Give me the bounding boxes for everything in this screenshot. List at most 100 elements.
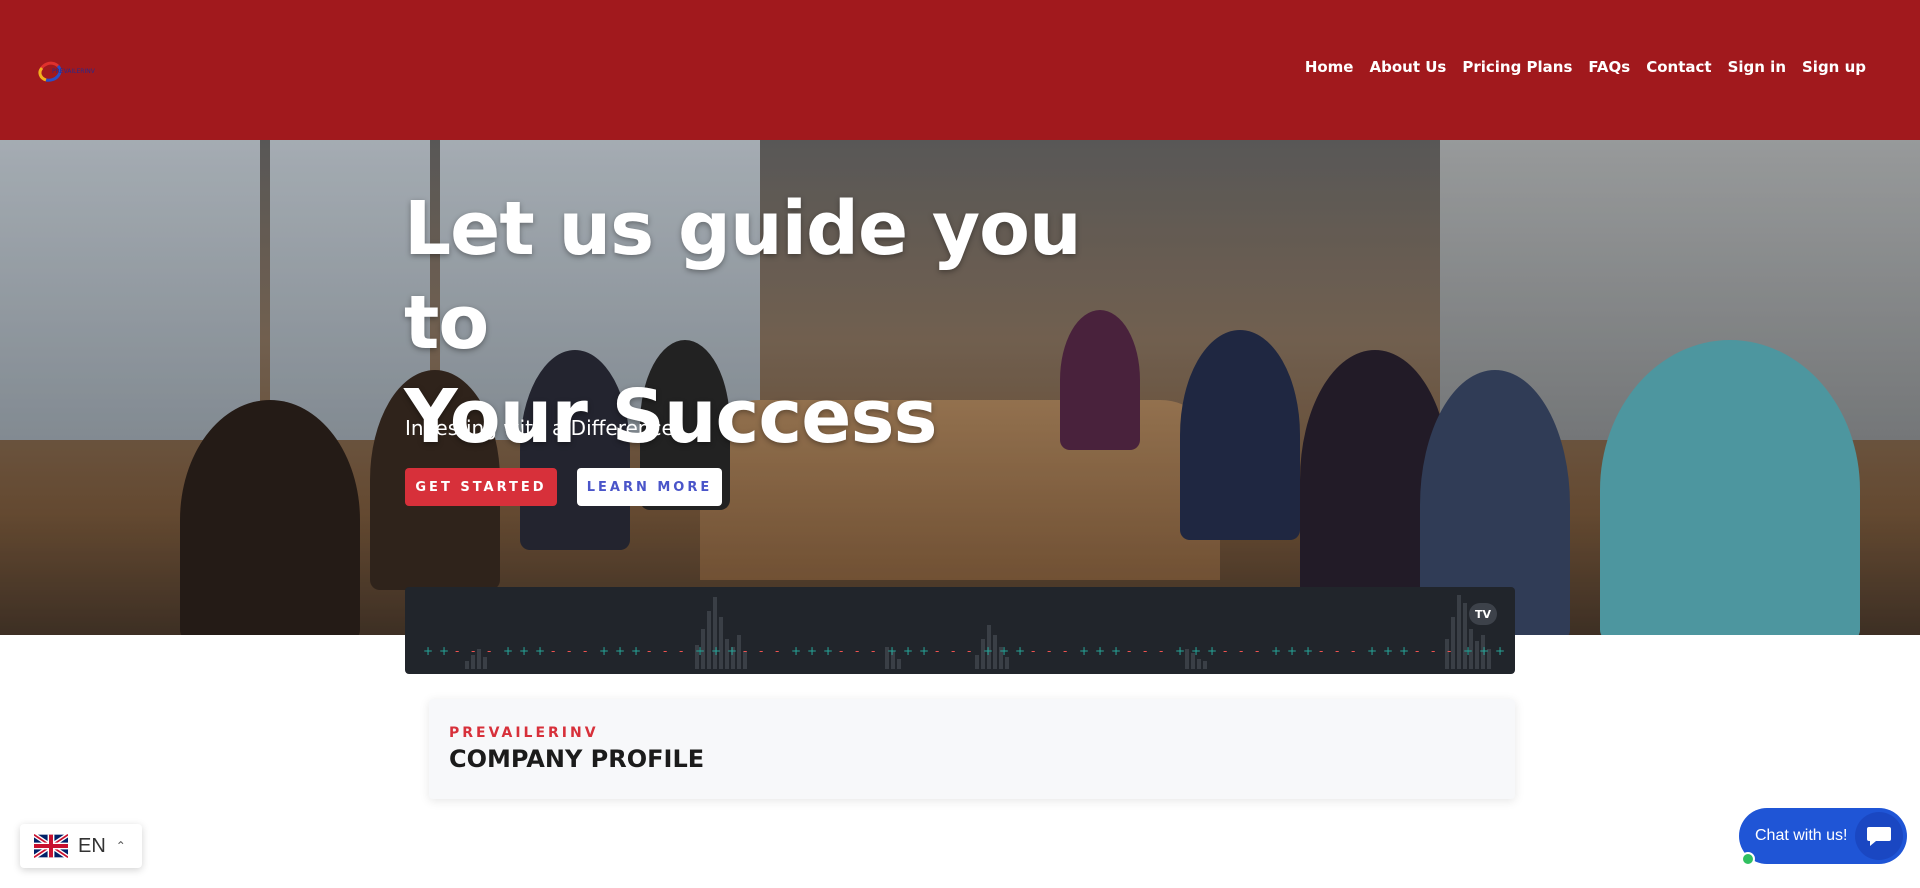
ticker-tick-mark: + <box>1271 644 1281 658</box>
site-header: PREVAILERINV Home About Us Pricing Plans… <box>0 0 1920 140</box>
profile-kicker: PREVAILERINV <box>449 725 599 741</box>
ticker-tick-mark: + <box>1191 644 1201 658</box>
ticker-tick-mark: - <box>1255 644 1259 658</box>
ticker-tick-mark: - <box>455 644 459 658</box>
ticker-tick-mark: - <box>743 644 747 658</box>
ticker-bar <box>465 661 469 669</box>
ticker-tick-mark: - <box>1063 644 1067 658</box>
nav-contact[interactable]: Contact <box>1646 58 1711 76</box>
ticker-tick-mark: - <box>1143 644 1147 658</box>
ticker-bar <box>1197 659 1201 669</box>
ticker-tick-mark: + <box>999 644 1009 658</box>
ticker-tick-mark: + <box>823 644 833 658</box>
nav-faqs[interactable]: FAQs <box>1588 58 1630 76</box>
learn-more-button[interactable]: LEARN MORE <box>577 468 722 506</box>
nav-sign-in[interactable]: Sign in <box>1728 58 1786 76</box>
ticker-tick-mark: + <box>503 644 513 658</box>
ticker-tick-mark: + <box>1015 644 1025 658</box>
ticker-tick-mark: - <box>679 644 683 658</box>
ticker-tick-mark: - <box>1047 644 1051 658</box>
ticker-tick-mark: + <box>727 644 737 658</box>
ticker-tick-mark: + <box>519 644 529 658</box>
ticker-tick-mark: - <box>759 644 763 658</box>
ticker-tick-mark: + <box>903 644 913 658</box>
ticker-tick-mark: + <box>1287 644 1297 658</box>
site-logo[interactable]: PREVAILERINV <box>36 58 116 86</box>
ticker-tick-mark: + <box>1495 644 1505 658</box>
ticker-tick-mark: + <box>439 644 449 658</box>
ticker-tick-mark: + <box>1175 644 1185 658</box>
ticker-tick-mark: - <box>583 644 587 658</box>
ticker-bar <box>483 657 487 669</box>
ticker-tick-mark: - <box>935 644 939 658</box>
chat-label: Chat with us! <box>1755 827 1848 844</box>
ticker-tick-mark: - <box>663 644 667 658</box>
ticker-tick-mark: + <box>983 644 993 658</box>
ticker-tick-mark: + <box>1111 644 1121 658</box>
ticker-sparkline-graphic: + + - - - + + + - - - + + + - - - + + + - - - + + + - - - + + + - - - + + + - -… <box>423 595 1505 669</box>
ticker-bar <box>1185 649 1189 669</box>
logo-text: PREVAILERINV <box>52 68 95 75</box>
main-nav: Home About Us Pricing Plans FAQs Contact… <box>1305 58 1866 76</box>
ticker-bar <box>719 617 723 669</box>
hero-title-line-1: Let us guide you to <box>404 186 1082 366</box>
ticker-tape-widget[interactable]: + + - - - + + + - - - + + + - - - + + + - - - + + + - - - + + + - - - + + + - -… <box>405 587 1515 674</box>
ticker-bar <box>1457 595 1461 669</box>
hero-subtitle: Investing with a Difference <box>405 416 674 440</box>
chevron-up-icon: ⌃ <box>115 839 126 853</box>
ticker-tick-mark: - <box>1319 644 1323 658</box>
ticker-tick-mark: - <box>839 644 843 658</box>
nav-pricing-plans[interactable]: Pricing Plans <box>1462 58 1572 76</box>
ticker-tick-mark: - <box>775 644 779 658</box>
ticker-tick-mark: - <box>1335 644 1339 658</box>
ticker-tick-mark: - <box>871 644 875 658</box>
ticker-tick-mark: + <box>599 644 609 658</box>
ticker-bar <box>1203 661 1207 669</box>
ticker-bar <box>1463 603 1467 669</box>
nav-about-us[interactable]: About Us <box>1369 58 1446 76</box>
ticker-tick-mark: + <box>535 644 545 658</box>
ticker-tick-mark: + <box>695 644 705 658</box>
ticker-tick-mark: - <box>1223 644 1227 658</box>
ticker-bar <box>707 611 711 669</box>
language-switcher[interactable]: EN ⌃ <box>20 824 142 868</box>
company-profile-card: PREVAILERINV COMPANY PROFILE <box>429 699 1515 799</box>
get-started-button[interactable]: GET STARTED <box>405 468 557 506</box>
ticker-tick-mark: + <box>1207 644 1217 658</box>
ticker-tick-mark: - <box>1415 644 1419 658</box>
uk-flag-icon <box>34 833 68 859</box>
ticker-tick-mark: + <box>791 644 801 658</box>
ticker-bar <box>993 635 997 669</box>
profile-title: COMPANY PROFILE <box>449 745 705 773</box>
ticker-tick-mark: - <box>1127 644 1131 658</box>
ticker-tick-mark: + <box>1303 644 1313 658</box>
ticker-tick-mark: - <box>1239 644 1243 658</box>
ticker-bar <box>1005 657 1009 669</box>
ticker-tick-mark: + <box>919 644 929 658</box>
ticker-tick-mark: + <box>1463 644 1473 658</box>
ticker-tick-mark: - <box>855 644 859 658</box>
chat-widget-button[interactable]: Chat with us! <box>1739 808 1907 866</box>
nav-sign-up[interactable]: Sign up <box>1802 58 1866 76</box>
ticker-tick-mark: + <box>423 644 433 658</box>
chat-bubble-icon[interactable] <box>1855 812 1903 860</box>
ticker-tick-mark: - <box>487 644 491 658</box>
nav-home[interactable]: Home <box>1305 58 1354 76</box>
ticker-tick-mark: - <box>551 644 555 658</box>
ticker-tick-mark: - <box>647 644 651 658</box>
ticker-tick-mark: + <box>1479 644 1489 658</box>
ticker-tick-mark: + <box>1399 644 1409 658</box>
ticker-bar <box>477 649 481 669</box>
ticker-tick-mark: - <box>1351 644 1355 658</box>
ticker-tick-mark: + <box>807 644 817 658</box>
ticker-tick-mark: + <box>1383 644 1393 658</box>
ticker-bar <box>737 635 741 669</box>
tradingview-logo-icon[interactable]: TV <box>1469 603 1497 625</box>
ticker-tick-mark: - <box>1447 644 1451 658</box>
ticker-tick-mark: + <box>1095 644 1105 658</box>
ticker-tick-mark: + <box>615 644 625 658</box>
ticker-tick-mark: + <box>1367 644 1377 658</box>
ticker-bar <box>897 659 901 669</box>
ticker-bar <box>975 655 979 669</box>
ticker-tick-mark: - <box>567 644 571 658</box>
